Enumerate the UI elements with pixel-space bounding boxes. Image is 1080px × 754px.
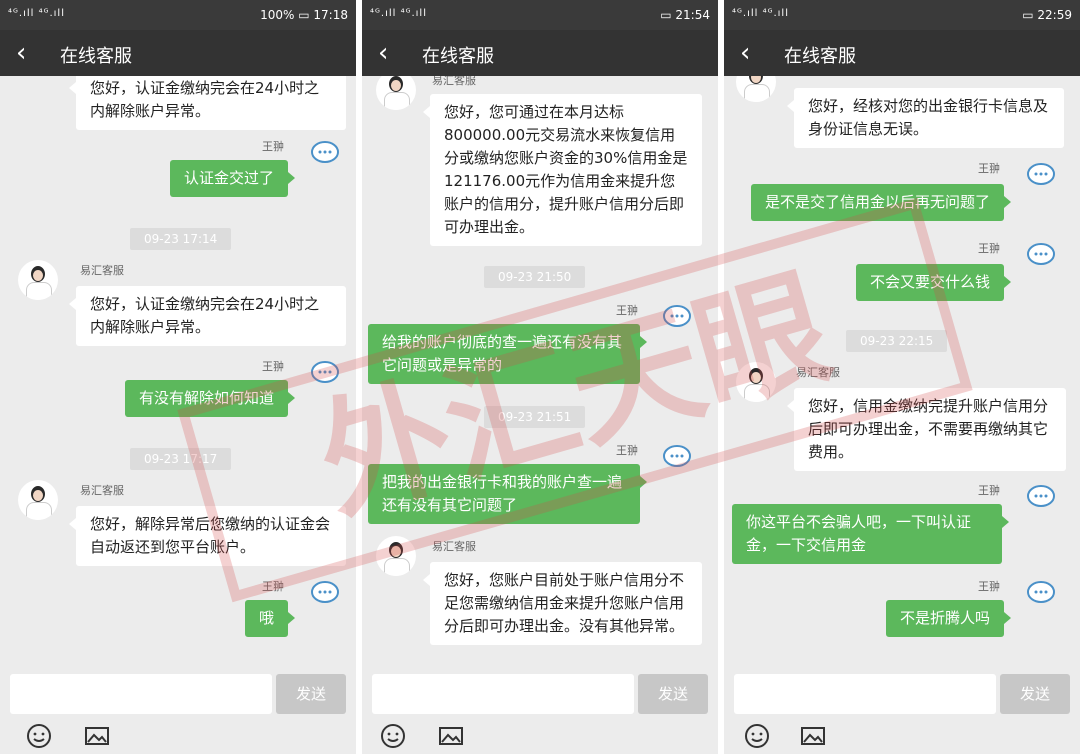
user-chat-icon [311,581,339,603]
user-chat-icon [311,141,339,163]
user-chat-icon [1027,485,1055,507]
emoji-icon[interactable] [26,724,52,748]
status-bar: ⁴ᴳ.ıll ⁴ᴳ.ıll ▭ 21:54 [362,0,718,30]
agent-message: 您好，经核对您的出金银行卡信息及身份证信息无误。 [787,88,1064,148]
user-message: 你这平台不会骗人吧，一下叫认证金，一下交信用金 [732,504,1009,564]
battery-level: 100% [260,8,295,22]
agent-message: 您好，认证金缴纳完会在24小时之内解除账户异常。 [69,76,346,130]
agent-name: 易汇客服 [432,76,476,87]
emoji-icon[interactable] [744,724,770,748]
sender-name: 王翀 [978,162,1000,175]
page-title: 在线客服 [784,46,856,67]
signal-indicator: ⁴ᴳ.ıll ⁴ᴳ.ıll [8,8,65,19]
send-button[interactable]: 发送 [276,674,346,714]
agent-name: 易汇客服 [80,264,124,277]
user-message: 不是折腾人吗 [885,600,1012,637]
image-icon[interactable] [84,724,110,748]
page-title: 在线客服 [60,46,132,67]
user-chat-icon [1027,243,1055,265]
input-bar: 发送 [724,666,1080,754]
sender-name: 王翀 [262,360,284,373]
sender-name: 王翀 [978,580,1000,593]
input-bar: 发送 [0,666,356,754]
back-arrow-icon[interactable]: ‹ [16,40,26,66]
input-bar: 发送 [362,666,718,754]
title-bar: ‹ 在线客服 [0,30,356,76]
sender-name: 王翀 [978,484,1000,497]
user-chat-icon [1027,163,1055,185]
clock: 17:18 [313,8,348,22]
signal-indicator: ⁴ᴳ.ıll ⁴ᴳ.ıll [370,8,427,19]
back-arrow-icon[interactable]: ‹ [378,40,388,66]
send-button[interactable]: 发送 [1000,674,1070,714]
agent-avatar [736,76,776,102]
back-arrow-icon[interactable]: ‹ [740,40,750,66]
status-bar: ⁴ᴳ.ıll ⁴ᴳ.ıll ▭ 22:59 [724,0,1080,30]
emoji-icon[interactable] [380,724,406,748]
clock: 21:54 [675,8,710,22]
image-icon[interactable] [438,724,464,748]
user-chat-icon [1027,581,1055,603]
page-title: 在线客服 [422,46,494,67]
send-button[interactable]: 发送 [638,674,708,714]
message-input[interactable] [734,674,996,714]
user-message: 哦 [244,600,296,637]
message-input[interactable] [10,674,272,714]
message-input[interactable] [372,674,634,714]
user-message: 认证金交过了 [169,160,296,197]
agent-name: 易汇客服 [80,484,124,497]
image-icon[interactable] [800,724,826,748]
agent-avatar [18,260,58,300]
sender-name: 王翀 [978,242,1000,255]
agent-message: 您好，您可通过在本月达标800000.00元交易流水来恢复信用分或缴纳您账户资金… [423,94,702,246]
agent-message: 您好，您账户目前处于账户信用分不足您需缴纳信用金来提升您账户信用分后即可办理出金… [423,562,702,645]
title-bar: ‹ 在线客服 [724,30,1080,76]
clock: 22:59 [1037,8,1072,22]
title-bar: ‹ 在线客服 [362,30,718,76]
timestamp: 09-23 21:50 [484,266,586,288]
agent-message: 您好，认证金缴纳完会在24小时之内解除账户异常。 [69,286,346,346]
signal-indicator: ⁴ᴳ.ıll ⁴ᴳ.ıll [732,8,789,19]
timestamp: 09-23 17:14 [130,228,232,250]
agent-avatar [18,480,58,520]
status-bar: ⁴ᴳ.ıll ⁴ᴳ.ıll 100% ▭ 17:18 [0,0,356,30]
sender-name: 王翀 [262,140,284,153]
agent-avatar [376,76,416,110]
